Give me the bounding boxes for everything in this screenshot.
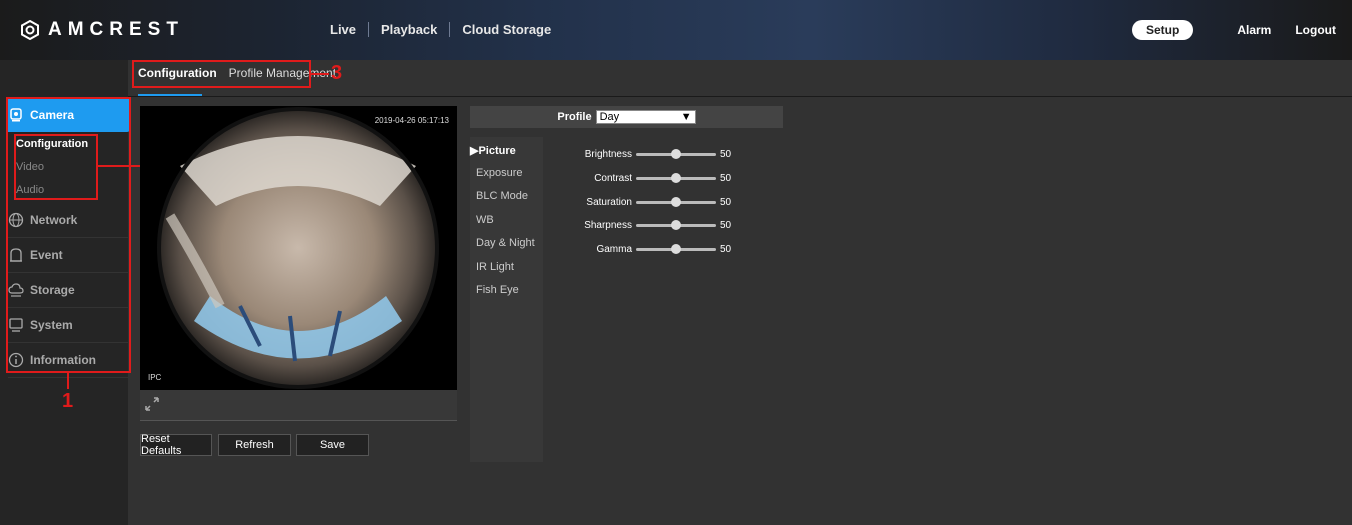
sharpness-slider[interactable] <box>636 219 716 230</box>
video-preview[interactable]: 2019-04-26 05:17:13 IPC <box>140 106 457 390</box>
annotation-line-3 <box>311 73 329 75</box>
picture-settings-menu <box>470 137 543 462</box>
annotation-label-1: 1 <box>62 390 74 412</box>
menu-item-ir-light[interactable]: IR Light <box>476 261 514 273</box>
slider-label: Saturation <box>586 196 632 208</box>
slider-label: Sharpness <box>584 219 632 231</box>
slider-thumb[interactable] <box>671 196 681 207</box>
sharpness-slider-row: Sharpness 50 <box>560 217 760 233</box>
slider-label: Contrast <box>594 172 632 184</box>
annotation-line-1 <box>67 373 69 389</box>
amcrest-logo[interactable]: AMCREST <box>20 19 184 41</box>
annotation-label-3: 3 <box>331 62 343 84</box>
video-timestamp: 2019-04-26 05:17:13 <box>374 116 449 125</box>
tab-divider <box>128 96 1352 97</box>
menu-item-picture[interactable]: ▶Picture <box>470 144 516 157</box>
slider-value: 50 <box>720 172 732 184</box>
slider-label: Gamma <box>596 243 632 255</box>
nav-playback[interactable]: Playback <box>368 22 449 37</box>
profile-selected-value: Day <box>599 111 620 123</box>
annotation-line-2 <box>98 165 144 167</box>
header-right-links: Setup Alarm Logout <box>1131 20 1336 40</box>
brightness-slider[interactable] <box>636 148 716 159</box>
menu-item-blc-mode[interactable]: BLC Mode <box>476 190 528 202</box>
slider-thumb[interactable] <box>671 148 681 159</box>
menu-item-day-night[interactable]: Day & Night <box>476 237 535 249</box>
gamma-slider-row: Gamma 50 <box>560 241 760 257</box>
video-controls-bar <box>140 390 457 421</box>
fisheye-image <box>157 107 439 389</box>
slider-thumb[interactable] <box>671 243 681 254</box>
fullscreen-icon[interactable] <box>144 396 160 417</box>
slider-value: 50 <box>720 196 732 208</box>
slider-value: 50 <box>720 219 732 231</box>
brightness-slider-row: Brightness 50 <box>560 146 760 162</box>
nav-live[interactable]: Live <box>330 22 368 37</box>
top-nav: Live Playback Cloud Storage <box>330 22 563 37</box>
saturation-slider-row: Saturation 50 <box>560 194 760 210</box>
slider-thumb[interactable] <box>671 172 681 183</box>
annotation-box-3 <box>132 60 311 88</box>
gamma-slider[interactable] <box>636 243 716 254</box>
contrast-slider[interactable] <box>636 172 716 183</box>
alarm-link[interactable]: Alarm <box>1237 23 1271 37</box>
contrast-slider-row: Contrast 50 <box>560 170 760 186</box>
chevron-down-icon: ▼ <box>680 111 692 123</box>
menu-item-fish-eye[interactable]: Fish Eye <box>476 284 519 296</box>
annotation-box-2 <box>14 134 98 200</box>
menu-item-exposure[interactable]: Exposure <box>476 167 522 179</box>
reset-defaults-button[interactable]: Reset Defaults <box>140 433 212 457</box>
menu-item-wb[interactable]: WB <box>476 214 494 226</box>
profile-select[interactable]: Day ▼ <box>595 110 696 124</box>
logo-icon <box>21 20 39 40</box>
setup-button[interactable]: Setup <box>1131 20 1194 40</box>
profile-label: Profile <box>557 111 592 123</box>
logout-link[interactable]: Logout <box>1295 23 1336 37</box>
slider-value: 50 <box>720 243 732 255</box>
save-button[interactable]: Save <box>296 434 369 456</box>
slider-thumb[interactable] <box>671 219 681 230</box>
profile-bar: Profile Day ▼ <box>470 106 783 128</box>
brand-name: AMCREST <box>48 19 184 40</box>
slider-label: Brightness <box>584 148 632 160</box>
saturation-slider[interactable] <box>636 196 716 207</box>
slider-value: 50 <box>720 148 732 160</box>
nav-cloud-storage[interactable]: Cloud Storage <box>449 22 563 37</box>
top-bar: AMCREST Live Playback Cloud Storage Setu… <box>0 0 1352 60</box>
video-channel-label: IPC <box>148 373 162 382</box>
refresh-button[interactable]: Refresh <box>218 434 291 456</box>
